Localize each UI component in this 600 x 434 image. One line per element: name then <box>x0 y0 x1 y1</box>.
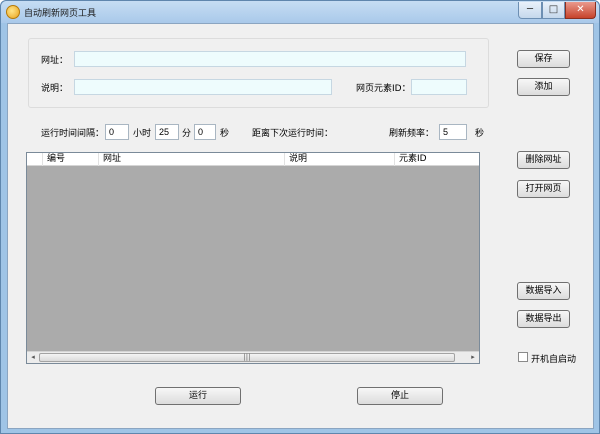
list-header: 编号 网址 说明 元素ID <box>27 153 479 166</box>
next-run-label: 距离下次运行时间： <box>252 129 334 139</box>
hours-unit: 小时 <box>133 129 152 139</box>
freq-label: 刷新频率： <box>389 129 435 139</box>
scroll-right-icon[interactable]: ▸ <box>467 352 479 363</box>
url-input[interactable] <box>74 51 466 67</box>
desc-input[interactable] <box>74 79 332 95</box>
column-header-number[interactable]: 编号 <box>43 153 99 166</box>
save-button[interactable]: 保存 <box>517 50 570 68</box>
freq-input[interactable] <box>439 124 467 140</box>
minimize-button[interactable]: ─ <box>518 2 542 19</box>
window-title: 自动刷新网页工具 <box>24 9 97 19</box>
maximize-button[interactable]: □ <box>542 2 565 19</box>
minutes-unit: 分 <box>182 129 192 139</box>
open-page-button[interactable]: 打开网页 <box>517 180 570 198</box>
export-data-button[interactable]: 数据导出 <box>517 310 570 328</box>
element-id-input[interactable] <box>411 79 467 95</box>
column-header-description[interactable]: 说明 <box>285 153 395 166</box>
seconds-input[interactable] <box>194 124 216 140</box>
app-window: 自动刷新网页工具 ─ □ ✕ 网址： 说明： 网页元素ID： 保存 添加 运行时… <box>0 0 600 434</box>
title-bar[interactable]: 自动刷新网页工具 ─ □ ✕ <box>1 1 599 23</box>
scroll-thumb[interactable]: ||| <box>39 353 455 362</box>
add-button[interactable]: 添加 <box>517 78 570 96</box>
desc-label: 说明： <box>41 84 69 94</box>
client-area: 网址： 说明： 网页元素ID： 保存 添加 运行时间间隔： 小时 分 秒 距离下… <box>7 23 594 429</box>
hours-input[interactable] <box>105 124 129 140</box>
scroll-left-icon[interactable]: ◂ <box>27 352 39 363</box>
column-header-element-id[interactable]: 元素ID <box>395 153 479 166</box>
url-groupbox <box>28 38 489 108</box>
app-icon <box>6 5 20 19</box>
close-button[interactable]: ✕ <box>565 2 596 19</box>
interval-label: 运行时间间隔： <box>41 129 105 139</box>
column-header-url[interactable]: 网址 <box>99 153 285 166</box>
url-label: 网址： <box>41 56 69 66</box>
delete-url-button[interactable]: 删除网址 <box>517 151 570 169</box>
seconds-unit: 秒 <box>220 129 230 139</box>
import-data-button[interactable]: 数据导入 <box>517 282 570 300</box>
freq-unit: 秒 <box>475 129 485 139</box>
horizontal-scrollbar[interactable]: ◂ ||| ▸ <box>27 351 479 363</box>
autostart-label: 开机自启动 <box>531 355 577 365</box>
run-button[interactable]: 运行 <box>155 387 241 405</box>
url-list[interactable]: 编号 网址 说明 元素ID ◂ ||| ▸ <box>26 152 480 364</box>
minutes-input[interactable] <box>155 124 179 140</box>
stop-button[interactable]: 停止 <box>357 387 443 405</box>
element-id-label: 网页元素ID： <box>356 84 411 94</box>
autostart-checkbox[interactable] <box>518 352 528 362</box>
column-header-select[interactable] <box>27 153 43 166</box>
